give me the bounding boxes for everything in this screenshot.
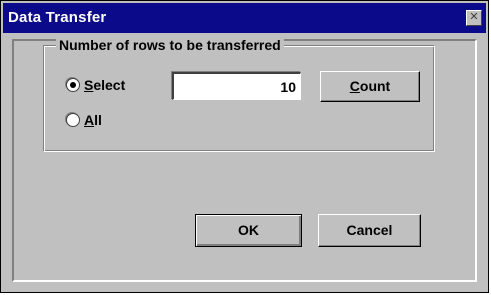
cancel-button[interactable]: Cancel (318, 214, 421, 247)
window-title: Data Transfer (8, 9, 107, 26)
radio-select-label[interactable]: Select (84, 77, 125, 93)
dialog-client-area: Number of rows to be transferred Select … (12, 37, 477, 282)
rows-count-input[interactable]: 10 (172, 72, 301, 100)
group-legend: Number of rows to be transferred (56, 37, 284, 53)
rows-groupbox: Number of rows to be transferred Select … (43, 37, 435, 152)
radio-select-button[interactable] (66, 78, 80, 92)
ok-button[interactable]: OK (195, 214, 302, 247)
close-icon[interactable]: ✕ (466, 10, 482, 26)
data-transfer-dialog: Data Transfer ✕ Number of rows to be tra… (0, 0, 489, 293)
radio-all-label[interactable]: All (84, 112, 102, 128)
close-glyph: ✕ (469, 11, 479, 23)
radio-all[interactable]: All (66, 112, 102, 128)
radio-select-dot (70, 82, 76, 88)
title-bar[interactable]: Data Transfer ✕ (3, 3, 486, 33)
radio-select[interactable]: Select (66, 77, 125, 93)
count-button[interactable]: Count (320, 71, 420, 102)
radio-all-button[interactable] (66, 113, 80, 127)
